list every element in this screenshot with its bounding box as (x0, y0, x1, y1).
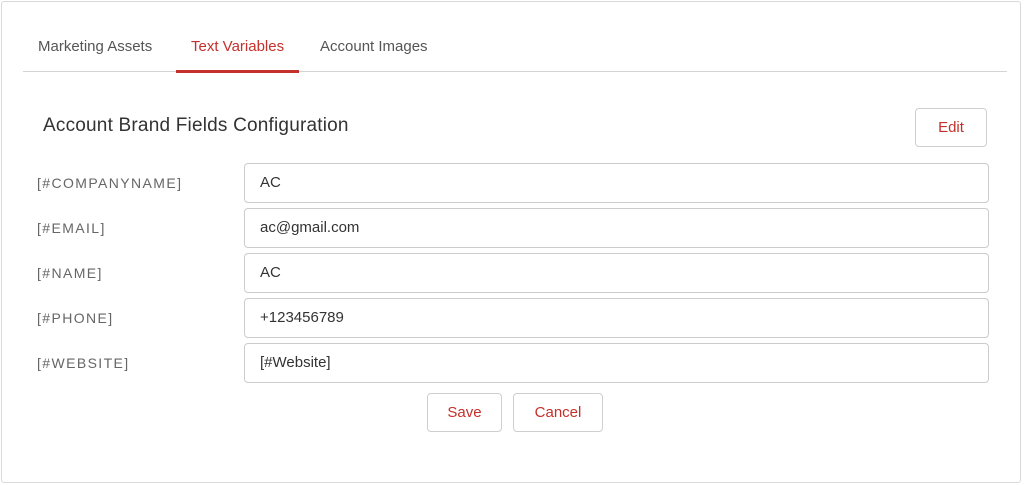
field-row-companyname: [#COMPANYNAME] AC (2, 163, 1022, 203)
name-input[interactable]: AC (244, 253, 989, 293)
field-row-phone: [#PHONE] +123456789 (2, 298, 1022, 338)
phone-input[interactable]: +123456789 (244, 298, 989, 338)
tab-text-variables-label: Text Variables (191, 38, 285, 55)
tab-account-images[interactable]: Account Images (320, 28, 428, 72)
field-label-phone: [#PHONE] (37, 310, 114, 326)
tab-bar: Marketing Assets Text Variables Account … (23, 28, 1007, 73)
field-row-name: [#NAME] AC (2, 253, 1022, 293)
field-row-website: [#WEBSITE] [#Website] (2, 343, 1022, 383)
field-label-email: [#EMAIL] (37, 220, 106, 236)
section-title: Account Brand Fields Configuration (43, 115, 349, 136)
tab-marketing-assets[interactable]: Marketing Assets (38, 28, 152, 72)
field-label-website: [#WEBSITE] (37, 355, 130, 371)
field-row-email: [#EMAIL] ac@gmail.com (2, 208, 1022, 248)
tab-text-variables[interactable]: Text Variables (176, 28, 300, 73)
settings-card: Marketing Assets Text Variables Account … (1, 1, 1021, 483)
save-button[interactable]: Save (427, 393, 502, 432)
field-label-companyname: [#COMPANYNAME] (37, 175, 183, 191)
cancel-button[interactable]: Cancel (513, 393, 603, 432)
field-label-name: [#NAME] (37, 265, 103, 281)
active-tab-indicator (176, 70, 300, 73)
companyname-input[interactable]: AC (244, 163, 989, 203)
website-input[interactable]: [#Website] (244, 343, 989, 383)
email-input[interactable]: ac@gmail.com (244, 208, 989, 248)
edit-button[interactable]: Edit (915, 108, 987, 147)
